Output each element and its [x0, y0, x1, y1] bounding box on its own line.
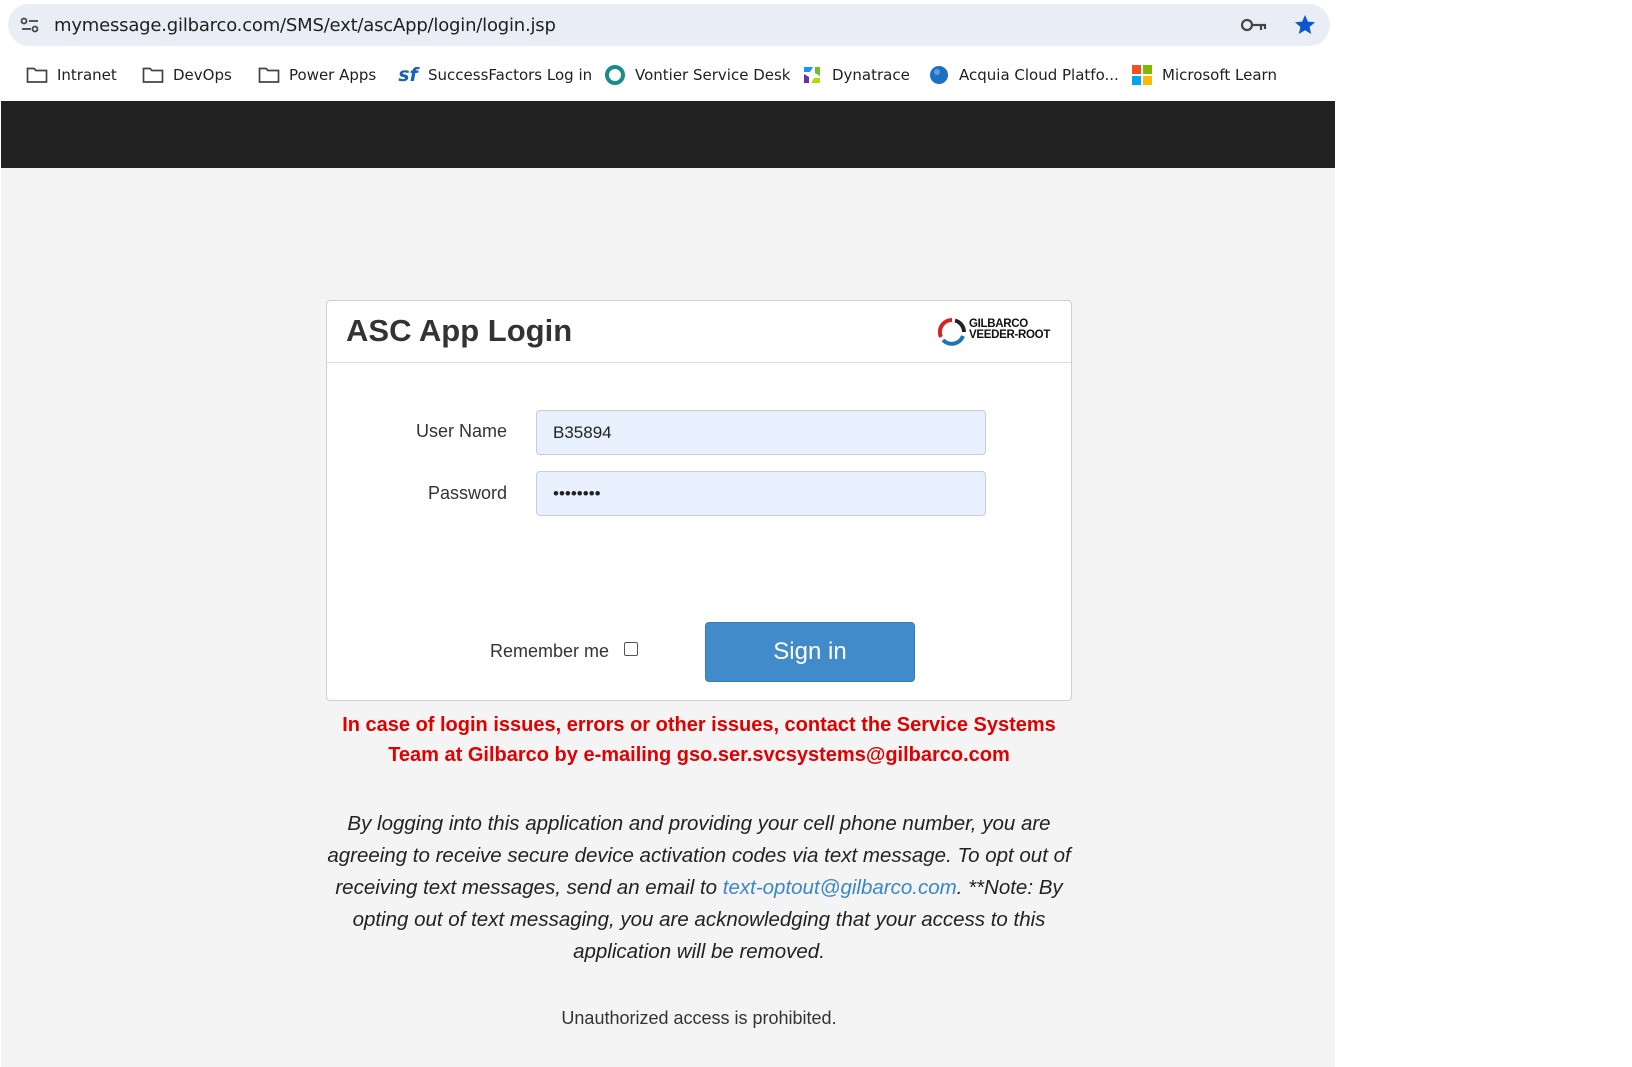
optout-email-link[interactable]: text-optout@gilbarco.com — [723, 876, 957, 899]
bookmark-power-apps[interactable]: Power Apps — [258, 62, 376, 88]
logo-text: VEEDER-ROOT — [969, 329, 1051, 341]
bookmark-label: Acquia Cloud Platfo... — [959, 66, 1119, 84]
bookmark-vontier[interactable]: Vontier Service Desk — [604, 62, 790, 88]
vontier-icon — [604, 64, 626, 86]
bookmark-star-icon[interactable] — [1293, 13, 1317, 37]
bookmark-microsoft-learn[interactable]: Microsoft Learn — [1131, 62, 1277, 88]
support-notice: In case of login issues, errors or other… — [342, 714, 1056, 766]
password-label: Password — [427, 483, 507, 503]
password-key-icon[interactable] — [1240, 14, 1268, 36]
page-title: ASC App Login — [346, 313, 573, 348]
remember-me-checkbox[interactable] — [624, 642, 638, 656]
password-input[interactable] — [536, 471, 986, 516]
gilbarco-logo-icon — [937, 317, 966, 346]
bookmark-label: Intranet — [57, 66, 117, 84]
bookmark-label: Microsoft Learn — [1162, 66, 1277, 84]
unauthorized-notice: Unauthorized access is prohibited. — [561, 1008, 837, 1028]
bookmark-intranet[interactable]: Intranet — [26, 62, 117, 88]
folder-icon — [258, 64, 280, 86]
site-info-icon[interactable] — [20, 16, 40, 34]
username-label: User Name — [415, 421, 507, 441]
bookmark-successfactors[interactable]: sf SuccessFactors Log in — [397, 62, 592, 88]
folder-icon — [142, 64, 164, 86]
login-panel-header: ASC App Login GILBARCO VEEDER-ROOT — [327, 301, 1071, 363]
acquia-icon — [928, 64, 950, 86]
gilbarco-logo: GILBARCO VEEDER-ROOT — [937, 316, 1055, 348]
remember-me-label: Remember me — [490, 641, 610, 661]
bookmark-label: SuccessFactors Log in — [428, 66, 593, 84]
microsoft-icon — [1131, 64, 1153, 86]
url-text[interactable]: mymessage.gilbarco.com/SMS/ext/ascApp/lo… — [54, 15, 556, 36]
bookmark-label: DevOps — [173, 66, 232, 84]
username-input[interactable] — [536, 410, 986, 455]
address-bar[interactable]: mymessage.gilbarco.com/SMS/ext/ascApp/lo… — [8, 4, 1330, 46]
top-navbar — [1, 101, 1335, 168]
successfactors-icon: sf — [398, 64, 418, 86]
dynatrace-icon — [801, 64, 823, 86]
bookmarks-bar: Intranet DevOps Power Apps sf SuccessFac… — [0, 56, 1340, 94]
sms-consent-text: By logging into this application and pro… — [326, 808, 1072, 968]
bookmark-acquia[interactable]: Acquia Cloud Platfo... — [928, 62, 1119, 88]
bookmark-devops[interactable]: DevOps — [142, 62, 232, 88]
bookmark-dynatrace[interactable]: Dynatrace — [801, 62, 910, 88]
bookmark-label: Vontier Service Desk — [635, 66, 791, 84]
folder-icon — [26, 64, 48, 86]
bookmark-label: Power Apps — [289, 66, 377, 84]
sign-in-button[interactable]: Sign in — [705, 622, 915, 682]
login-panel: ASC App Login GILBARCO VEEDER-ROOT User … — [326, 300, 1072, 701]
bookmark-label: Dynatrace — [832, 66, 910, 84]
